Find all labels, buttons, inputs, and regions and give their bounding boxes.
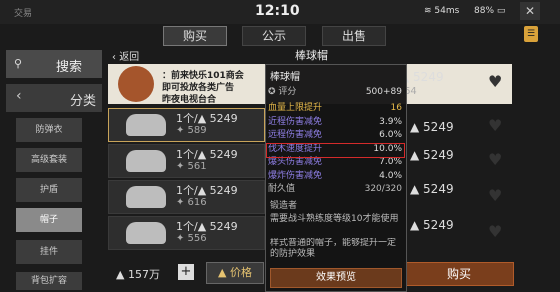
right-price: ▲ 5249 [410, 182, 454, 196]
clipboard-icon[interactable]: ☰ [524, 26, 538, 42]
tooltip-title: 棒球帽 [270, 72, 300, 83]
tab-public[interactable]: 公示 [242, 26, 306, 46]
cap-thumbnail [126, 114, 166, 136]
cap-thumbnail [126, 150, 166, 172]
right-price: ▲ 5249 [410, 120, 454, 134]
stat-label: 爆炸伤害减免 [268, 170, 323, 181]
sort-price-button[interactable]: ▲ 价格 [206, 262, 264, 284]
row-price: 1个/▲ 5249 [176, 112, 238, 125]
sidebar-item-pendant[interactable]: 挂件 [16, 240, 82, 264]
stat-label: 远程伤害减免 [268, 130, 323, 140]
back-button[interactable]: ‹ 返回 [112, 48, 139, 63]
tab-sell[interactable]: 出售 [322, 26, 386, 46]
effect-preview-button[interactable]: 效果预览 [270, 268, 402, 288]
wifi-ping: ≋ 54ms [424, 6, 460, 16]
score-row: ✪ 评分 500+89 [268, 86, 402, 98]
sidebar-item-backpack[interactable]: 背包扩容 [16, 272, 82, 290]
heart-icon[interactable]: ♥ [488, 72, 502, 91]
sidebar-item-suit[interactable]: 高级套装 [16, 148, 82, 172]
tab-buy[interactable]: 购买 [163, 26, 227, 46]
close-button[interactable]: ✕ [520, 2, 540, 20]
back-label: 返回 [119, 52, 140, 63]
battery: 88% ▭ [474, 6, 506, 16]
stat-label: 血量上限提升 [268, 103, 323, 113]
stat-value: 16 [390, 103, 402, 113]
heart-icon[interactable]: ♥ [488, 150, 502, 169]
stat-value: 6.0% [379, 130, 402, 140]
cap-thumbnail [126, 186, 166, 208]
stat-row: 远程伤害减免 6.0% [268, 129, 402, 141]
currency-balance: ▲ 157万 [116, 268, 160, 281]
row-score: ✦ 589 [176, 125, 207, 136]
score-label: ✪ 评分 [268, 87, 297, 97]
requirement-text: 需要战斗熟练度等级10才能使用 [270, 214, 399, 224]
heart-icon[interactable]: ♥ [488, 222, 502, 241]
cap-thumbnail [126, 222, 166, 244]
stat-value: 320/320 [364, 184, 402, 194]
highlight-box [266, 143, 405, 158]
sidebar-item-shield[interactable]: 护盾 [16, 178, 82, 202]
stat-row: 爆炸伤害减免 4.0% [268, 170, 402, 182]
row-score: ✦ 616 [176, 197, 207, 208]
stat-value: 3.9% [379, 116, 402, 127]
sidebar-item-hat[interactable]: 帽子 [16, 208, 82, 232]
add-currency-button[interactable]: + [178, 264, 194, 280]
chevron-left-icon: ‹ [16, 88, 22, 104]
description-text: 样式普通的帽子，能够提升一定的防护效果 [270, 238, 397, 259]
buy-button[interactable]: 购买 [404, 262, 514, 286]
stat-row: 近程伤害减免 3.9% [268, 116, 402, 128]
stat-row: 血量上限提升 16 [268, 102, 402, 114]
window-label: 交易 [14, 9, 33, 19]
stat-row: 耐久值 320/320 [268, 183, 402, 195]
clock: 12:10 [255, 3, 300, 19]
row-price: 1个/▲ 5249 [176, 220, 238, 233]
row-score: ✦ 561 [176, 161, 207, 172]
mascot-image [118, 66, 154, 102]
banner-line: 昨夜电视台合 [162, 95, 217, 105]
sidebar-item-armor[interactable]: 防弹衣 [16, 118, 82, 142]
stat-value: 4.0% [379, 170, 402, 181]
stat-label: 耐久值 [268, 184, 296, 194]
search-icon: ⚲ [14, 57, 23, 70]
right-price: ▲ 5249 [410, 148, 454, 162]
search-label: 搜索 [56, 60, 83, 75]
right-price: ▲ 5249 [410, 218, 454, 232]
heart-icon[interactable]: ♥ [488, 186, 502, 205]
page-title: 棒球帽 [295, 49, 328, 62]
score-value: 500+89 [365, 87, 402, 97]
stat-label: 近程伤害减免 [268, 116, 323, 127]
forger-label: 锻造者 [270, 201, 298, 211]
category-label: 分类 [70, 94, 97, 109]
row-price: 1个/▲ 5249 [176, 184, 238, 197]
heart-icon[interactable]: ♥ [488, 116, 502, 135]
row-score: ✦ 556 [176, 233, 207, 244]
row-price: 1个/▲ 5249 [176, 148, 238, 161]
